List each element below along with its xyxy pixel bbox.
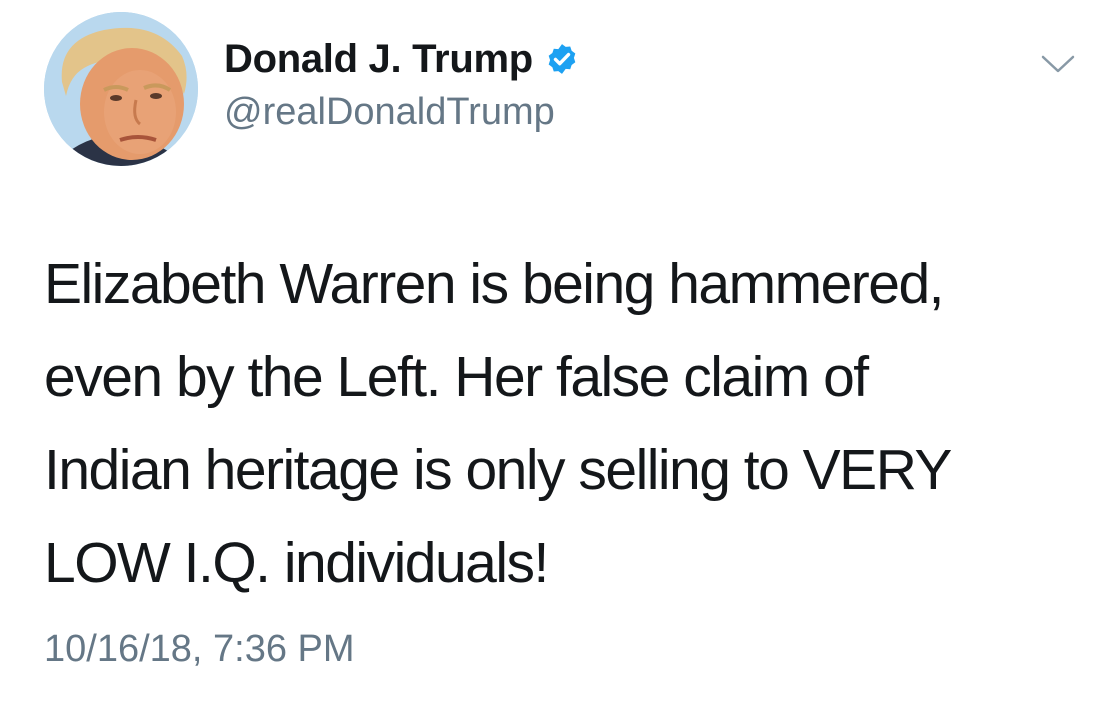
tweet-text-line: Indian heritage is only selling to VERY [44,438,952,502]
verified-badge-icon [545,42,579,76]
tweet-card: Donald J. Trump @realDonaldTrump Elizabe… [0,0,1115,706]
tweet-text: Elizabeth Warren is being hammered, even… [44,238,1084,610]
tweet-timestamp[interactable]: 10/16/18, 7:36 PM [44,624,355,674]
profile-avatar[interactable] [44,12,198,166]
chevron-down-icon[interactable] [1040,52,1076,76]
tweet-text-line: even by the Left. Her false claim of [44,345,869,409]
tweet-text-line: LOW I.Q. individuals! [44,531,549,595]
tweet-text-line: Elizabeth Warren is being hammered, [44,252,945,316]
avatar-photo [44,12,198,166]
author-name-row[interactable]: Donald J. Trump [224,34,579,84]
author-handle[interactable]: @realDonaldTrump [224,88,555,136]
display-name[interactable]: Donald J. Trump [224,34,533,84]
